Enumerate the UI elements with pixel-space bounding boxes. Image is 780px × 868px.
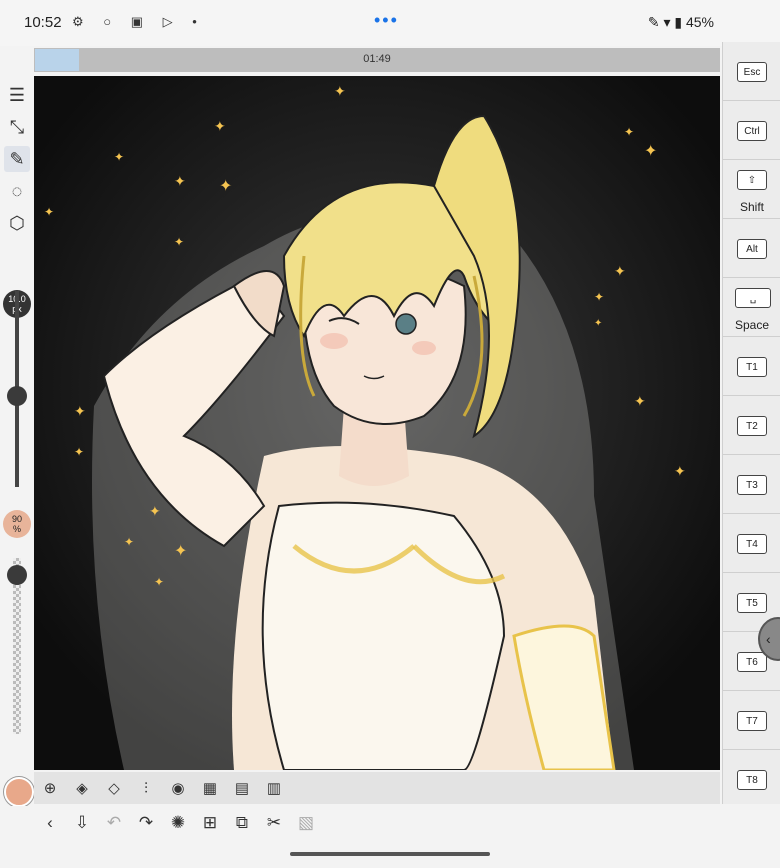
- key-esc[interactable]: Esc: [723, 42, 780, 101]
- svg-text:✦: ✦: [624, 125, 634, 139]
- brush-size-thumb[interactable]: [7, 386, 27, 406]
- import-icon[interactable]: ⇩: [70, 812, 94, 834]
- svg-text:✦: ✦: [174, 235, 184, 249]
- svg-text:✦: ✦: [154, 575, 164, 589]
- battery-percent: 45%: [685, 14, 714, 30]
- back-icon[interactable]: ‹: [38, 812, 62, 834]
- adjustments-icon[interactable]: ⫶: [134, 777, 158, 799]
- drawing-canvas[interactable]: ✦ ✦ ✦ ✦ ✦ ✦ ✦ ✦ ✦ ✦ ✦ ✦ ✦ ✦ ✦ ✦ ✦ ✦ ✦ ✦: [34, 76, 720, 770]
- canvas-toolbar: ⊕ ◈ ◇ ⫶ ◉ ▦ ▤ ▥: [34, 772, 720, 804]
- svg-text:✦: ✦: [114, 150, 124, 164]
- key-space[interactable]: ␣ Space: [723, 278, 780, 337]
- svg-text:✦: ✦: [174, 173, 186, 189]
- battery-indicator: ✎ ▾ ▮ 45%: [647, 14, 714, 30]
- grid-icon[interactable]: ▦: [198, 777, 222, 799]
- key-t7-cap: T7: [737, 711, 767, 731]
- svg-text:✦: ✦: [594, 290, 604, 304]
- key-shift[interactable]: ⇧ Shift: [723, 160, 780, 219]
- edit-toolbar: ‹ ⇩ ↶ ↷ ✺ ⊞ ⧉ ✂ ▧: [0, 806, 780, 842]
- status-notification-icons: ⚙ ○ ▣ ▷ •: [72, 14, 205, 29]
- opacity-thumb[interactable]: [7, 565, 27, 585]
- svg-text:✦: ✦: [219, 178, 232, 195]
- key-space-label: Space: [734, 318, 770, 332]
- film-icon[interactable]: ▤: [230, 777, 254, 799]
- key-t1-cap: T1: [737, 357, 767, 377]
- shift-arrow-icon: ⇧: [737, 170, 767, 190]
- key-shift-label: Shift: [739, 200, 764, 214]
- chevron-left-icon: ‹: [766, 631, 771, 647]
- paste-icon[interactable]: ▧: [294, 812, 318, 834]
- svg-text:✦: ✦: [614, 263, 626, 279]
- layer-properties-icon[interactable]: ◇: [102, 777, 126, 799]
- key-t7[interactable]: T7: [723, 691, 780, 750]
- modifier-key-panel: Esc Ctrl ⇧ Shift Alt ␣ Space T1 T2 T3 T4…: [722, 42, 780, 809]
- pen-icon[interactable]: ✎: [4, 146, 30, 172]
- status-bar: 10:52 ⚙ ○ ▣ ▷ • ••• ✎ ▾ ▮ 45%: [0, 0, 780, 46]
- layers-icon[interactable]: ◈: [70, 777, 94, 799]
- key-t4-cap: T4: [737, 534, 767, 554]
- timeline-bar[interactable]: 01:49: [34, 48, 720, 72]
- key-ctrl-cap: Ctrl: [737, 121, 767, 141]
- crop-icon[interactable]: ⊞: [198, 812, 222, 834]
- key-t1[interactable]: T1: [723, 337, 780, 396]
- key-esc-cap: Esc: [737, 62, 767, 82]
- svg-text:✦: ✦: [674, 463, 686, 479]
- svg-text:✦: ✦: [634, 393, 646, 409]
- key-t2-cap: T2: [737, 416, 767, 436]
- opacity-value: 90: [11, 514, 22, 524]
- lasso-icon[interactable]: ◌: [4, 178, 30, 204]
- select-cube-icon[interactable]: ⬡: [4, 210, 30, 236]
- svg-text:✦: ✦: [214, 118, 226, 134]
- left-toolbar: ☰ ⤡ ✎ ◌ ⬡ 10.0 px 90 %: [0, 46, 34, 806]
- artwork: ✦ ✦ ✦ ✦ ✦ ✦ ✦ ✦ ✦ ✦ ✦ ✦ ✦ ✦ ✦ ✦ ✦ ✦ ✦ ✦: [34, 76, 720, 770]
- undo-icon[interactable]: ↶: [102, 812, 126, 834]
- menu-icon[interactable]: ☰: [4, 82, 30, 108]
- key-t6-cap: T6: [737, 652, 767, 672]
- key-alt-cap: Alt: [737, 239, 767, 259]
- transform-icon[interactable]: ⤡: [4, 114, 30, 140]
- svg-text:✦: ✦: [124, 535, 134, 549]
- svg-text:✦: ✦: [149, 503, 161, 519]
- svg-text:✦: ✦: [334, 83, 346, 99]
- svg-text:✦: ✦: [44, 205, 54, 219]
- key-t2[interactable]: T2: [723, 396, 780, 455]
- gesture-nav-bar[interactable]: [290, 852, 490, 856]
- redo-icon[interactable]: ↷: [134, 812, 158, 834]
- key-t3[interactable]: T3: [723, 455, 780, 514]
- current-color-swatch[interactable]: [4, 777, 34, 807]
- space-bar-icon: ␣: [735, 288, 771, 308]
- key-alt[interactable]: Alt: [723, 219, 780, 278]
- calendar-icon[interactable]: ▥: [262, 777, 286, 799]
- key-t4[interactable]: T4: [723, 514, 780, 573]
- opacity-unit: %: [12, 524, 21, 534]
- svg-text:✦: ✦: [594, 318, 602, 329]
- key-t8-cap: T8: [737, 770, 767, 790]
- key-t3-cap: T3: [737, 475, 767, 495]
- status-time: 10:52: [24, 14, 62, 31]
- key-t8[interactable]: T8: [723, 750, 780, 809]
- svg-text:✦: ✦: [74, 403, 86, 419]
- cursor-tool-icon[interactable]: ⊕: [38, 777, 62, 799]
- svg-text:✦: ✦: [174, 543, 187, 560]
- opacity-badge[interactable]: 90 %: [3, 510, 31, 538]
- key-t5-cap: T5: [737, 593, 767, 613]
- svg-text:✦: ✦: [74, 445, 84, 459]
- svg-text:✦: ✦: [644, 143, 657, 160]
- filter-icon[interactable]: ◉: [166, 777, 190, 799]
- cut-icon[interactable]: ✂: [262, 812, 286, 834]
- key-ctrl[interactable]: Ctrl: [723, 101, 780, 160]
- copy-icon[interactable]: ⧉: [230, 812, 254, 834]
- selection-spinner-icon[interactable]: ✺: [166, 812, 190, 834]
- timeline-time: 01:49: [363, 53, 391, 65]
- window-options-icon[interactable]: •••: [374, 10, 399, 31]
